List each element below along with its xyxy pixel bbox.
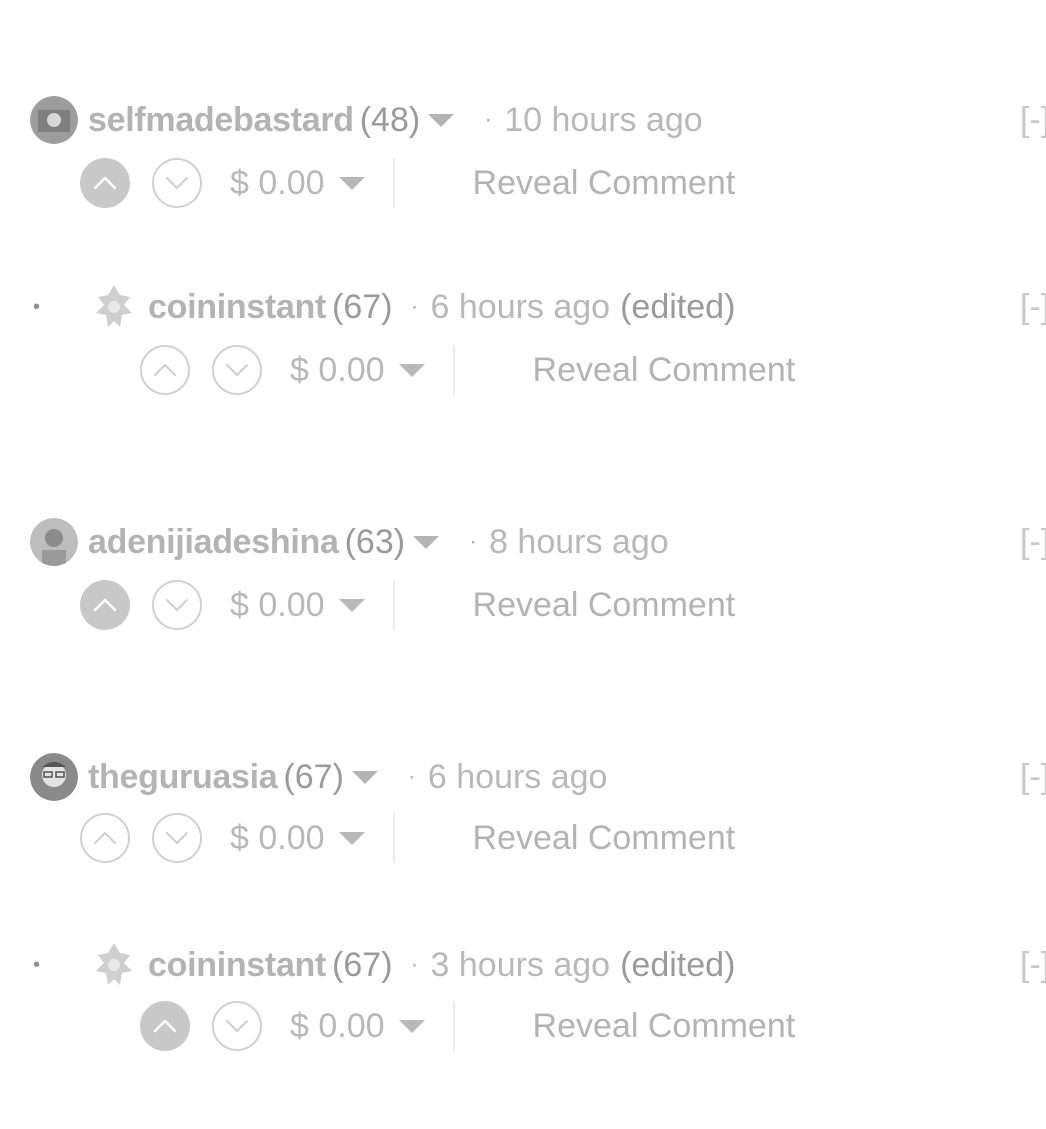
author-menu-caret-icon[interactable] [351, 770, 378, 784]
downvote-button[interactable] [152, 813, 202, 863]
footer-divider [452, 1001, 455, 1051]
separator-dot: · [410, 951, 419, 978]
payout-dropdown-icon[interactable] [338, 598, 365, 612]
upvote-button[interactable] [80, 158, 130, 208]
reveal-comment-button[interactable]: Reveal Comment [473, 586, 736, 625]
author-menu-caret-icon[interactable] [428, 113, 455, 127]
comment-timestamp[interactable]: 10 hours ago [504, 101, 703, 140]
reply-bullet: • [33, 954, 41, 976]
chevron-up-icon [94, 832, 116, 844]
chevron-up-icon [93, 176, 117, 190]
payout-dropdown-icon[interactable] [338, 176, 365, 190]
reveal-comment-button[interactable]: Reveal Comment [533, 351, 796, 390]
user-avatar[interactable] [30, 96, 78, 144]
chevron-up-icon [153, 1019, 177, 1033]
comment-item: theguruasia (67) · 6 hours ago [-] $ 0.0… [0, 753, 1046, 887]
separator-dot: · [469, 528, 478, 555]
collapse-toggle[interactable]: [-] [1020, 522, 1046, 562]
comment-item: • coininstant (67) · 3 hours ago (edited… [0, 943, 1046, 1075]
reply-bullet: • [33, 296, 41, 318]
payout-dropdown-icon[interactable] [338, 831, 365, 845]
reveal-comment-button[interactable]: Reveal Comment [473, 164, 736, 203]
payout-value[interactable]: $ 0.00 [230, 819, 325, 858]
upvote-button[interactable] [80, 813, 130, 863]
user-avatar[interactable] [90, 941, 138, 989]
collapse-toggle[interactable]: [-] [1020, 100, 1046, 140]
footer-divider [392, 813, 395, 863]
author-reputation: (67) [332, 945, 393, 984]
downvote-button[interactable] [152, 158, 202, 208]
chevron-down-icon [226, 364, 248, 376]
payout-dropdown-icon[interactable] [398, 363, 425, 377]
comment-footer: $ 0.00 Reveal Comment [80, 158, 735, 208]
author-link[interactable]: adenijiadeshina [88, 523, 339, 562]
author-link[interactable]: coininstant [148, 946, 326, 985]
footer-divider [392, 580, 395, 630]
separator-dot: · [407, 763, 416, 790]
comment-timestamp[interactable]: 3 hours ago [431, 946, 611, 985]
chevron-up-icon [154, 364, 176, 376]
author-link[interactable]: coininstant [148, 288, 326, 327]
user-avatar[interactable] [90, 283, 138, 331]
comment-header: adenijiadeshina (63) · 8 hours ago [30, 518, 669, 566]
author-reputation: (48) [359, 100, 421, 139]
payout-value[interactable]: $ 0.00 [230, 164, 325, 203]
downvote-button[interactable] [212, 1001, 262, 1051]
comment-timestamp[interactable]: 6 hours ago [431, 288, 611, 327]
collapse-toggle[interactable]: [-] [1020, 757, 1046, 797]
separator-dot: · [410, 293, 419, 320]
downvote-button[interactable] [152, 580, 202, 630]
chevron-down-icon [166, 599, 188, 611]
downvote-button[interactable] [212, 345, 262, 395]
author-link[interactable]: selfmadebastard [88, 101, 354, 140]
upvote-button[interactable] [80, 580, 130, 630]
edited-label: (edited) [620, 945, 736, 984]
collapse-toggle[interactable]: [-] [1020, 945, 1046, 985]
footer-divider [392, 158, 395, 208]
author-reputation: (63) [344, 522, 406, 561]
chevron-down-icon [166, 832, 188, 844]
user-avatar[interactable] [30, 518, 78, 566]
author-reputation: (67) [283, 757, 344, 796]
author-reputation: (67) [332, 287, 393, 326]
comment-header: coininstant (67) · 3 hours ago (edited) [90, 943, 736, 985]
collapse-toggle[interactable]: [-] [1020, 287, 1046, 327]
comment-item: selfmadebastard (48) · 10 hours ago [-] … [0, 96, 1046, 230]
payout-value[interactable]: $ 0.00 [290, 351, 385, 390]
author-menu-caret-icon[interactable] [413, 535, 440, 549]
footer-divider [452, 345, 455, 395]
comment-header: coininstant (67) · 6 hours ago (edited) [90, 285, 736, 327]
chevron-down-icon [226, 1020, 248, 1032]
payout-value[interactable]: $ 0.00 [230, 586, 325, 625]
separator-dot: · [484, 106, 493, 133]
comment-header: theguruasia (67) · 6 hours ago [30, 753, 608, 801]
comment-timestamp[interactable]: 6 hours ago [428, 758, 608, 797]
upvote-button[interactable] [140, 345, 190, 395]
edited-label: (edited) [620, 287, 736, 326]
author-link[interactable]: theguruasia [88, 758, 278, 797]
comment-timestamp[interactable]: 8 hours ago [489, 523, 669, 562]
comment-item: • coininstant (67) · 6 hours ago (edited… [0, 285, 1046, 417]
reveal-comment-button[interactable]: Reveal Comment [533, 1007, 796, 1046]
comment-footer: $ 0.00 Reveal Comment [80, 813, 735, 863]
payout-dropdown-icon[interactable] [398, 1019, 425, 1033]
comment-item: adenijiadeshina (63) · 8 hours ago [-] $… [0, 518, 1046, 652]
reveal-comment-button[interactable]: Reveal Comment [473, 819, 736, 858]
user-avatar[interactable] [30, 753, 78, 801]
upvote-button[interactable] [140, 1001, 190, 1051]
comment-header: selfmadebastard (48) · 10 hours ago [30, 96, 703, 144]
chevron-up-icon [93, 598, 117, 612]
comment-footer: $ 0.00 Reveal Comment [140, 1001, 795, 1051]
comment-footer: $ 0.00 Reveal Comment [140, 345, 795, 395]
chevron-down-icon [166, 177, 188, 189]
comment-footer: $ 0.00 Reveal Comment [80, 580, 735, 630]
payout-value[interactable]: $ 0.00 [290, 1007, 385, 1046]
